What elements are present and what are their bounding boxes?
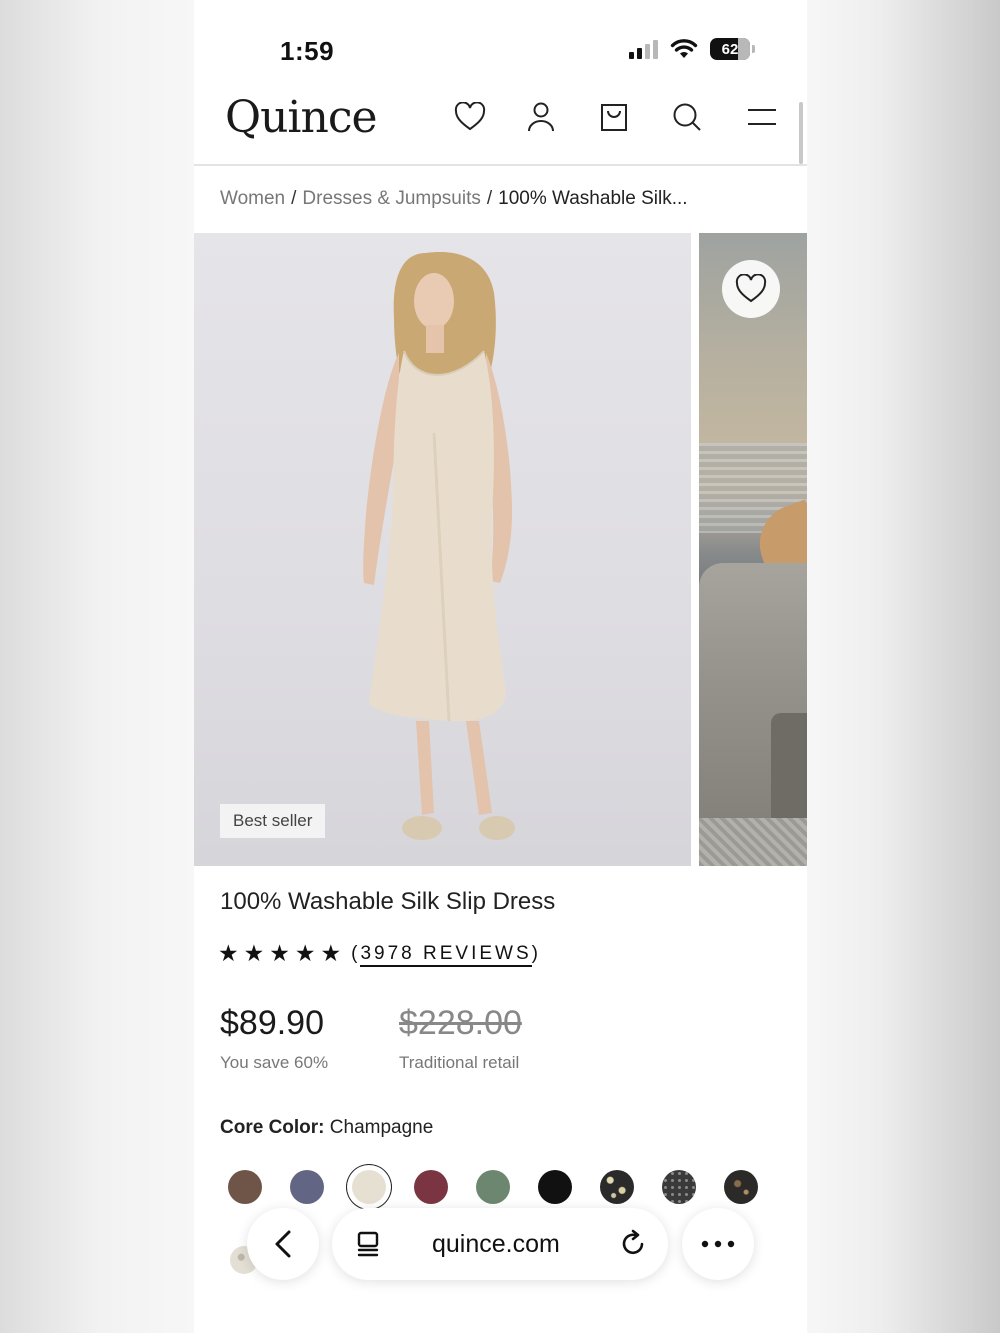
add-to-wishlist-button[interactable] (722, 260, 780, 318)
breadcrumb: Women / Dresses & Jumpsuits/100% Washable … (220, 188, 688, 210)
breadcrumb-separator: / (291, 188, 297, 209)
color-swatch[interactable] (538, 1170, 572, 1204)
status-indicators: 62 (629, 38, 755, 60)
page-scrollbar[interactable] (799, 102, 803, 164)
color-swatch[interactable] (476, 1170, 510, 1204)
color-swatch[interactable] (662, 1170, 696, 1204)
search-icon[interactable] (670, 100, 704, 134)
status-time: 1:59 (280, 36, 335, 66)
model-in-dress-image (363, 252, 515, 840)
more-dots-icon (701, 1240, 735, 1248)
reviews-close-paren: ) (531, 942, 541, 964)
color-swatch[interactable] (352, 1170, 386, 1204)
breadcrumb-dresses-jumpsuits[interactable]: Dresses & Jumpsuits (302, 188, 480, 209)
breadcrumb-separator: / (486, 188, 493, 209)
account-icon[interactable] (524, 100, 558, 134)
product-title: 100% Washable Silk Slip Dress (220, 888, 556, 915)
savings-text: You save 60% (220, 1053, 329, 1072)
reload-icon[interactable] (618, 1228, 648, 1258)
star-icon: ★ (320, 940, 342, 966)
product-rating: ★ ★ ★ ★ ★ (3978 REVIEWS) (218, 942, 541, 967)
site-header: Quince (194, 80, 807, 166)
heart-icon (735, 274, 767, 303)
color-swatch[interactable] (600, 1170, 634, 1204)
best-seller-badge: Best seller (220, 804, 326, 838)
chevron-left-icon (275, 1230, 291, 1258)
battery-tip (752, 45, 755, 53)
phone-screen: 1:59 62 Quince Women / Dresses & Jumpsui… (194, 0, 807, 1333)
color-value: Champagne (329, 1117, 434, 1138)
product-image-secondary[interactable] (699, 233, 807, 866)
product-image-main[interactable] (194, 233, 691, 866)
color-swatch[interactable] (290, 1170, 324, 1204)
cellular-signal-icon (629, 39, 658, 59)
battery-level: 62 (721, 40, 739, 58)
breadcrumb-women[interactable]: Women (220, 188, 285, 209)
battery-icon: 62 (710, 38, 750, 60)
color-selection-label: Core Color: Champagne (220, 1117, 433, 1139)
tabs-icon[interactable] (354, 1230, 382, 1258)
star-icon: ★ (294, 940, 316, 966)
color-swatch[interactable] (414, 1170, 448, 1204)
browser-back-button[interactable] (247, 1208, 319, 1280)
menu-icon[interactable] (745, 100, 779, 134)
retail-price: $228.00 (399, 1004, 522, 1042)
star-icon: ★ (218, 940, 239, 966)
browser-more-button[interactable] (682, 1208, 754, 1280)
rating-stars: ★ ★ ★ ★ ★ (218, 942, 341, 965)
wifi-icon (670, 39, 698, 58)
quince-logo[interactable]: Quince (225, 92, 378, 143)
reviews-link[interactable]: (3978 REVIEWS) (351, 942, 541, 967)
sale-price: $89.90 (220, 1004, 324, 1042)
shopping-bag-icon[interactable] (597, 100, 631, 134)
reviews-count[interactable]: 3978 REVIEWS (360, 942, 532, 967)
star-icon: ★ (269, 940, 290, 966)
address-bar[interactable]: quince.com (332, 1208, 668, 1280)
retail-label: Traditional retail (399, 1053, 520, 1072)
breadcrumb-current: 100% Washable Silk... (498, 188, 688, 209)
star-icon: ★ (243, 940, 265, 966)
wishlist-heart-icon[interactable] (453, 100, 487, 134)
color-label: Core Color: (220, 1117, 325, 1138)
url-text[interactable]: quince.com (432, 1230, 560, 1259)
color-swatch[interactable] (228, 1170, 262, 1204)
color-swatch[interactable] (724, 1170, 758, 1204)
